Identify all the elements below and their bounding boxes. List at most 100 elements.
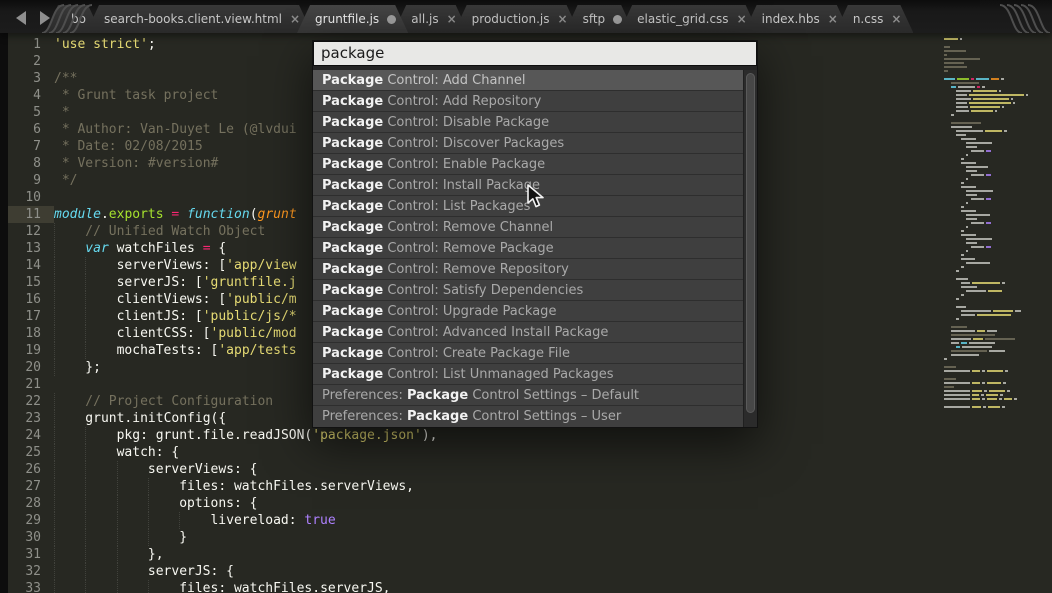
tab-label: gruntfile.js [315, 12, 379, 26]
code-text: // Project Configuration [54, 393, 273, 410]
code-text: * Grunt task project [54, 87, 218, 104]
code-text: /** [54, 70, 77, 87]
line-number: 24 [8, 427, 54, 444]
code-text: * Author: Van-Duyet Le (@lvdui [54, 121, 297, 138]
tab-overflow-stack-left[interactable] [40, 0, 100, 33]
command-palette-input[interactable]: package [313, 41, 757, 66]
line-number: 17 [8, 308, 54, 325]
command-item[interactable]: Preferences: Package Control Settings – … [313, 406, 743, 427]
tab-index-hbs[interactable]: index.hbs × [744, 5, 850, 33]
code-text: mochaTests: ['app/tests [54, 342, 297, 359]
line-number: 26 [8, 461, 54, 478]
line-number: 23 [8, 410, 54, 427]
code-text: serverViews: { [54, 461, 257, 478]
line-number: 30 [8, 529, 54, 546]
line-number: 8 [8, 155, 54, 172]
tab-label: elastic_grid.css [637, 12, 728, 26]
code-text: * Version: #version# [54, 155, 218, 172]
code-line: 32serverJS: { [8, 563, 1052, 580]
command-item[interactable]: Package Control: Discover Packages [313, 133, 743, 154]
command-item[interactable]: Preferences: Package Control Settings – … [313, 385, 743, 406]
close-icon[interactable]: × [290, 12, 300, 26]
code-text: module.exports = function(grunt [54, 206, 297, 223]
line-number: 14 [8, 257, 54, 274]
code-line: 25watch: { [8, 444, 1052, 461]
code-line: 31}, [8, 546, 1052, 563]
code-text: // Unified Watch Object [54, 223, 265, 240]
code-text: serverJS: { [54, 563, 234, 580]
line-number: 20 [8, 359, 54, 376]
command-palette-results: Package Control: Add ChannelPackage Cont… [313, 70, 757, 427]
command-item[interactable]: Package Control: Advanced Install Packag… [313, 322, 743, 343]
code-text: clientJS: ['public/js/* [54, 308, 297, 325]
line-number: 33 [8, 580, 54, 593]
code-text: var watchFiles = { [54, 240, 226, 257]
tab-label: sftp [583, 12, 606, 26]
command-item[interactable]: Package Control: Install Package [313, 175, 743, 196]
command-item[interactable]: Package Control: Create Package File [313, 343, 743, 364]
tab-label: index.hbs [762, 12, 820, 26]
code-line: 28options: { [8, 495, 1052, 512]
editor-left-edge [0, 33, 8, 593]
command-item[interactable]: Package Control: Add Channel [313, 70, 743, 91]
line-number: 4 [8, 87, 54, 104]
dirty-dot-icon [387, 15, 396, 24]
palette-scrollbar-thumb[interactable] [746, 73, 755, 413]
line-number: 10 [8, 189, 54, 206]
command-item[interactable]: Package Control: Upgrade Package [313, 301, 743, 322]
back-icon[interactable] [16, 11, 26, 25]
line-number: 7 [8, 138, 54, 155]
close-icon[interactable]: × [737, 12, 747, 26]
tab-production-js[interactable]: production.js× [454, 5, 580, 33]
line-number: 22 [8, 393, 54, 410]
close-icon[interactable]: × [447, 12, 457, 26]
code-line: 26serverViews: { [8, 461, 1052, 478]
line-number: 11 [8, 206, 54, 223]
close-icon[interactable]: × [891, 12, 901, 26]
command-item[interactable]: Package Control: Remove Repository [313, 259, 743, 280]
line-number: 25 [8, 444, 54, 461]
command-list: Package Control: Add ChannelPackage Cont… [313, 70, 743, 427]
code-text: } [54, 529, 187, 546]
minimap[interactable] [944, 38, 1046, 458]
tab-strip: bosearch-books.client.view.html×gruntfil… [60, 0, 913, 33]
line-number: 16 [8, 291, 54, 308]
command-item[interactable]: Package Control: Remove Channel [313, 217, 743, 238]
tab-overflow-stack-right[interactable] [980, 0, 1052, 33]
code-text: files: watchFiles.serverViews, [54, 478, 414, 495]
code-text: watch: { [54, 444, 179, 461]
dirty-dot-icon [613, 15, 622, 24]
command-item[interactable]: Package Control: Enable Package [313, 154, 743, 175]
line-number: 1 [8, 36, 54, 53]
command-palette: package Package Control: Add ChannelPack… [312, 40, 758, 428]
line-number: 5 [8, 104, 54, 121]
code-text: pkg: grunt.file.readJSON('package.json')… [54, 427, 438, 444]
tab-search-books-client-view-html[interactable]: search-books.client.view.html× [86, 5, 312, 33]
code-text: clientCSS: ['public/mod [54, 325, 297, 342]
command-item[interactable]: Package Control: List Packages [313, 196, 743, 217]
line-number: 18 [8, 325, 54, 342]
close-icon[interactable]: × [558, 12, 568, 26]
tab-label: n.css [853, 12, 884, 26]
code-text: livereload: true [54, 512, 336, 529]
code-text: */ [54, 172, 77, 189]
line-number: 15 [8, 274, 54, 291]
code-text: options: { [54, 495, 257, 512]
line-number: 3 [8, 70, 54, 87]
line-number: 9 [8, 172, 54, 189]
sublime-text-window: bosearch-books.client.view.html×gruntfil… [0, 0, 1052, 593]
code-line: 29livereload: true [8, 512, 1052, 529]
code-text: files: watchFiles.serverJS, [54, 580, 391, 593]
command-item[interactable]: Package Control: Remove Package [313, 238, 743, 259]
close-icon[interactable]: × [828, 12, 838, 26]
command-item[interactable]: Package Control: Satisfy Dependencies [313, 280, 743, 301]
tab-gruntfile-js[interactable]: gruntfile.js [297, 5, 408, 33]
command-item[interactable]: Package Control: List Unmanaged Packages [313, 364, 743, 385]
code-text: grunt.initConfig({ [54, 410, 226, 427]
palette-scrollbar[interactable] [743, 70, 757, 427]
command-item[interactable]: Package Control: Add Repository [313, 91, 743, 112]
code-text: serverViews: ['app/view [54, 257, 297, 274]
command-item[interactable]: Package Control: Disable Package [313, 112, 743, 133]
code-text: }; [54, 359, 101, 376]
tab-elastic-grid-css[interactable]: elastic_grid.css × [619, 5, 758, 33]
